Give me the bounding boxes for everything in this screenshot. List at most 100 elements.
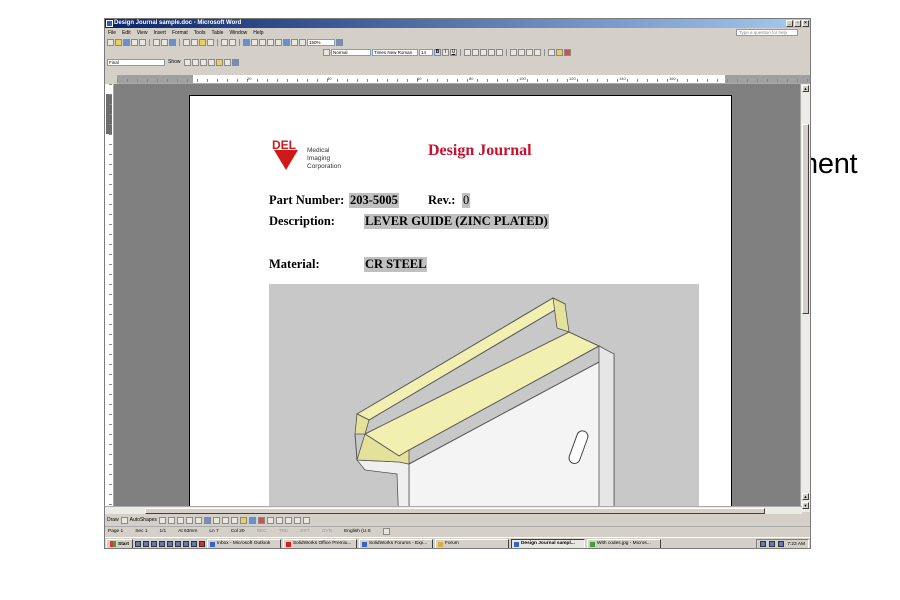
insert-picture-icon[interactable]	[230, 516, 238, 524]
display-for-review-select[interactable]: Final	[107, 58, 165, 66]
numbering-icon[interactable]	[510, 48, 517, 56]
task-button-solidworks[interactable]: SolidWorks Office Premiu...	[282, 539, 357, 548]
clipart-icon[interactable]	[221, 516, 229, 524]
title-bar[interactable]: Design Journal sample.doc - Microsoft Wo…	[105, 19, 810, 28]
vertical-scrollbar[interactable]: ▲ ▲ ▼	[800, 84, 810, 512]
undo-icon[interactable]	[221, 38, 228, 46]
menu-window[interactable]: Window	[229, 30, 247, 36]
decrease-indent-icon[interactable]	[526, 48, 533, 56]
menu-view[interactable]: View	[137, 30, 148, 36]
minimize-button[interactable]: _	[786, 20, 793, 27]
format-painter-icon[interactable]	[207, 38, 214, 46]
task-button-forum[interactable]: Forum	[434, 539, 509, 548]
select-objects-icon[interactable]	[120, 516, 128, 524]
task-button-outlook[interactable]: Inbox - Microsoft Outlook	[206, 539, 281, 548]
task-button-forums[interactable]: SolidWorks Forums - Exp...	[358, 539, 433, 548]
part-number-field[interactable]: 203-5005	[349, 193, 399, 208]
increase-indent-icon[interactable]	[534, 48, 541, 56]
quicklaunch-ie-icon[interactable]	[142, 541, 149, 547]
line-style-icon[interactable]	[266, 516, 274, 524]
drawing-icon[interactable]	[283, 38, 290, 46]
quicklaunch-solidworks-icon[interactable]	[190, 541, 197, 547]
zoom-select[interactable]: 150%	[307, 38, 335, 46]
track-changes-icon[interactable]	[223, 58, 231, 66]
scroll-up-icon[interactable]: ▲	[802, 85, 809, 92]
fill-color-icon[interactable]	[239, 516, 247, 524]
menu-edit[interactable]: Edit	[122, 30, 131, 36]
align-center-icon[interactable]	[472, 48, 479, 56]
insert-table-icon[interactable]	[259, 38, 266, 46]
vertical-scroll-thumb[interactable]	[802, 124, 809, 314]
paste-icon[interactable]	[199, 38, 206, 46]
insert-comment-icon[interactable]	[215, 58, 223, 66]
vertical-ruler[interactable]	[105, 84, 114, 506]
print-preview-icon[interactable]	[161, 38, 168, 46]
arrow-tool-icon[interactable]	[167, 516, 175, 524]
tray-volume-icon[interactable]	[769, 541, 776, 547]
columns-icon[interactable]	[275, 38, 282, 46]
underline-button[interactable]: U	[450, 48, 457, 56]
draw-menu-button[interactable]: Draw	[107, 517, 119, 523]
quicklaunch-desktop-icon[interactable]	[134, 541, 141, 547]
dash-style-icon[interactable]	[275, 516, 283, 524]
new-document-icon[interactable]	[107, 38, 114, 46]
oval-tool-icon[interactable]	[185, 516, 193, 524]
reviewing-pane-icon[interactable]	[231, 58, 239, 66]
redo-icon[interactable]	[229, 38, 236, 46]
quicklaunch-excel-icon[interactable]	[174, 541, 181, 547]
highlight-icon[interactable]	[556, 48, 563, 56]
style-select[interactable]: Normal	[331, 48, 371, 56]
print-icon[interactable]	[153, 38, 160, 46]
tray-antivirus-icon[interactable]	[778, 541, 785, 547]
quicklaunch-acrobat-icon[interactable]	[198, 541, 205, 547]
document-map-icon[interactable]	[291, 38, 298, 46]
textbox-tool-icon[interactable]	[194, 516, 202, 524]
quicklaunch-outlook-icon[interactable]	[150, 541, 157, 547]
close-button[interactable]: ×	[802, 20, 809, 27]
styles-pane-icon[interactable]	[323, 48, 330, 56]
bold-button[interactable]: B	[434, 48, 441, 56]
show-hide-icon[interactable]	[299, 38, 306, 46]
open-icon[interactable]	[115, 38, 122, 46]
line-spacing-icon[interactable]	[496, 48, 503, 56]
insert-excel-icon[interactable]	[267, 38, 274, 46]
line-color-icon[interactable]	[248, 516, 256, 524]
horizontal-scroll-thumb[interactable]	[145, 508, 765, 514]
autoshapes-menu-button[interactable]: AutoShapes	[130, 517, 157, 523]
previous-change-icon[interactable]	[183, 58, 191, 66]
menu-table[interactable]: Table	[211, 30, 223, 36]
permission-icon[interactable]	[131, 38, 138, 46]
start-button[interactable]: Start	[106, 539, 133, 548]
part-image[interactable]	[269, 284, 699, 506]
previous-page-icon[interactable]: ▲	[802, 493, 809, 500]
font-color-icon[interactable]	[564, 48, 571, 56]
align-left-icon[interactable]	[464, 48, 471, 56]
menu-file[interactable]: File	[108, 30, 116, 36]
menu-insert[interactable]: Insert	[153, 30, 166, 36]
italic-button[interactable]: I	[442, 48, 449, 56]
menu-tools[interactable]: Tools	[194, 30, 206, 36]
help-search-input[interactable]: Type a question for help	[736, 29, 798, 36]
cut-icon[interactable]	[183, 38, 190, 46]
accept-change-icon[interactable]	[199, 58, 207, 66]
material-field[interactable]: CR STEEL	[364, 257, 428, 272]
arrow-style-icon[interactable]	[284, 516, 292, 524]
next-page-icon[interactable]: ▼	[802, 502, 809, 509]
quicklaunch-media-icon[interactable]	[158, 541, 165, 547]
menu-format[interactable]: Format	[172, 30, 188, 36]
status-language[interactable]: English (U.S	[344, 529, 371, 534]
help-icon[interactable]	[336, 38, 343, 46]
status-ext[interactable]: EXT	[300, 529, 309, 534]
tables-borders-icon[interactable]	[251, 38, 258, 46]
document-page[interactable]: DEL Medical Imaging Corporation Design J…	[189, 95, 732, 506]
next-change-icon[interactable]	[191, 58, 199, 66]
horizontal-scrollbar[interactable]	[105, 506, 802, 514]
menu-help[interactable]: Help	[253, 30, 263, 36]
quicklaunch-explorer-icon[interactable]	[182, 541, 189, 547]
rectangle-tool-icon[interactable]	[176, 516, 184, 524]
quicklaunch-word-icon[interactable]	[166, 541, 173, 547]
task-button-word[interactable]: Design Journal sampl...	[510, 539, 585, 548]
borders-icon[interactable]	[548, 48, 555, 56]
bullets-icon[interactable]	[518, 48, 525, 56]
font-size-select[interactable]: 14	[419, 48, 433, 56]
